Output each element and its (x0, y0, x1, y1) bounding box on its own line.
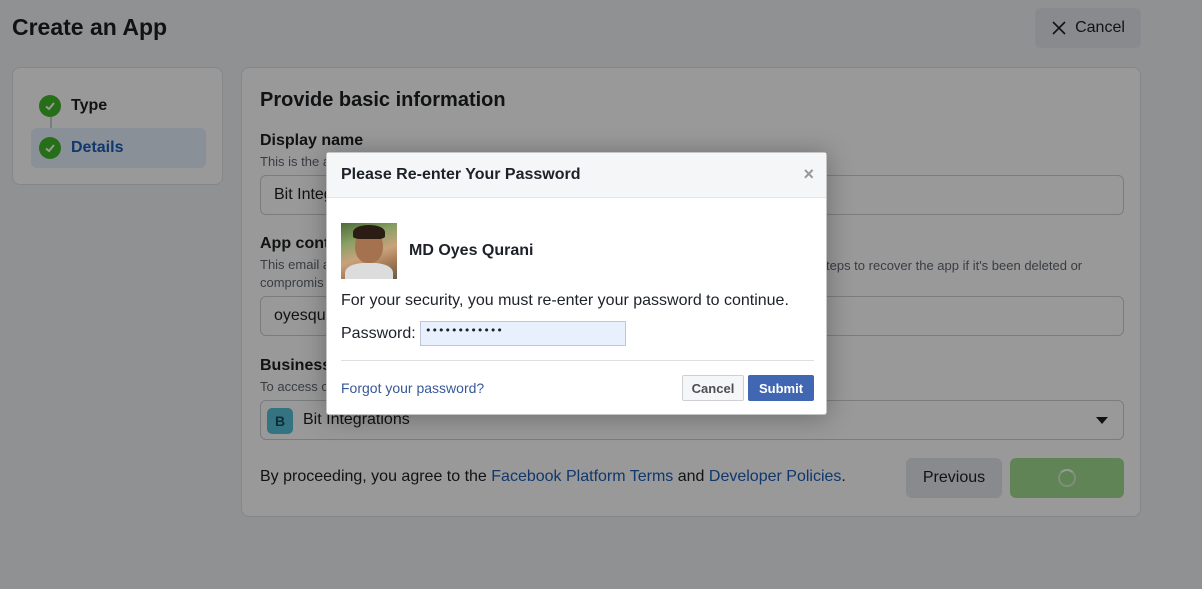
forgot-password-link[interactable]: Forgot your password? (341, 380, 484, 396)
password-input[interactable]: •••••••••••• (420, 321, 626, 346)
dialog-divider (341, 360, 814, 361)
avatar-body (345, 263, 393, 279)
password-label: Password: (341, 325, 416, 342)
user-name: MD Oyes Qurani (409, 242, 534, 259)
dialog-cancel-button[interactable]: Cancel (682, 375, 744, 401)
reenter-password-dialog: Please Re-enter Your Password × MD Oyes … (326, 152, 827, 415)
security-message: For your security, you must re-enter you… (341, 292, 789, 309)
avatar (341, 223, 397, 279)
dialog-header: Please Re-enter Your Password × (327, 153, 826, 198)
close-icon[interactable]: × (803, 164, 814, 185)
dialog-title: Please Re-enter Your Password (341, 166, 581, 183)
avatar-hair (353, 225, 385, 239)
submit-button[interactable]: Submit (748, 375, 814, 401)
